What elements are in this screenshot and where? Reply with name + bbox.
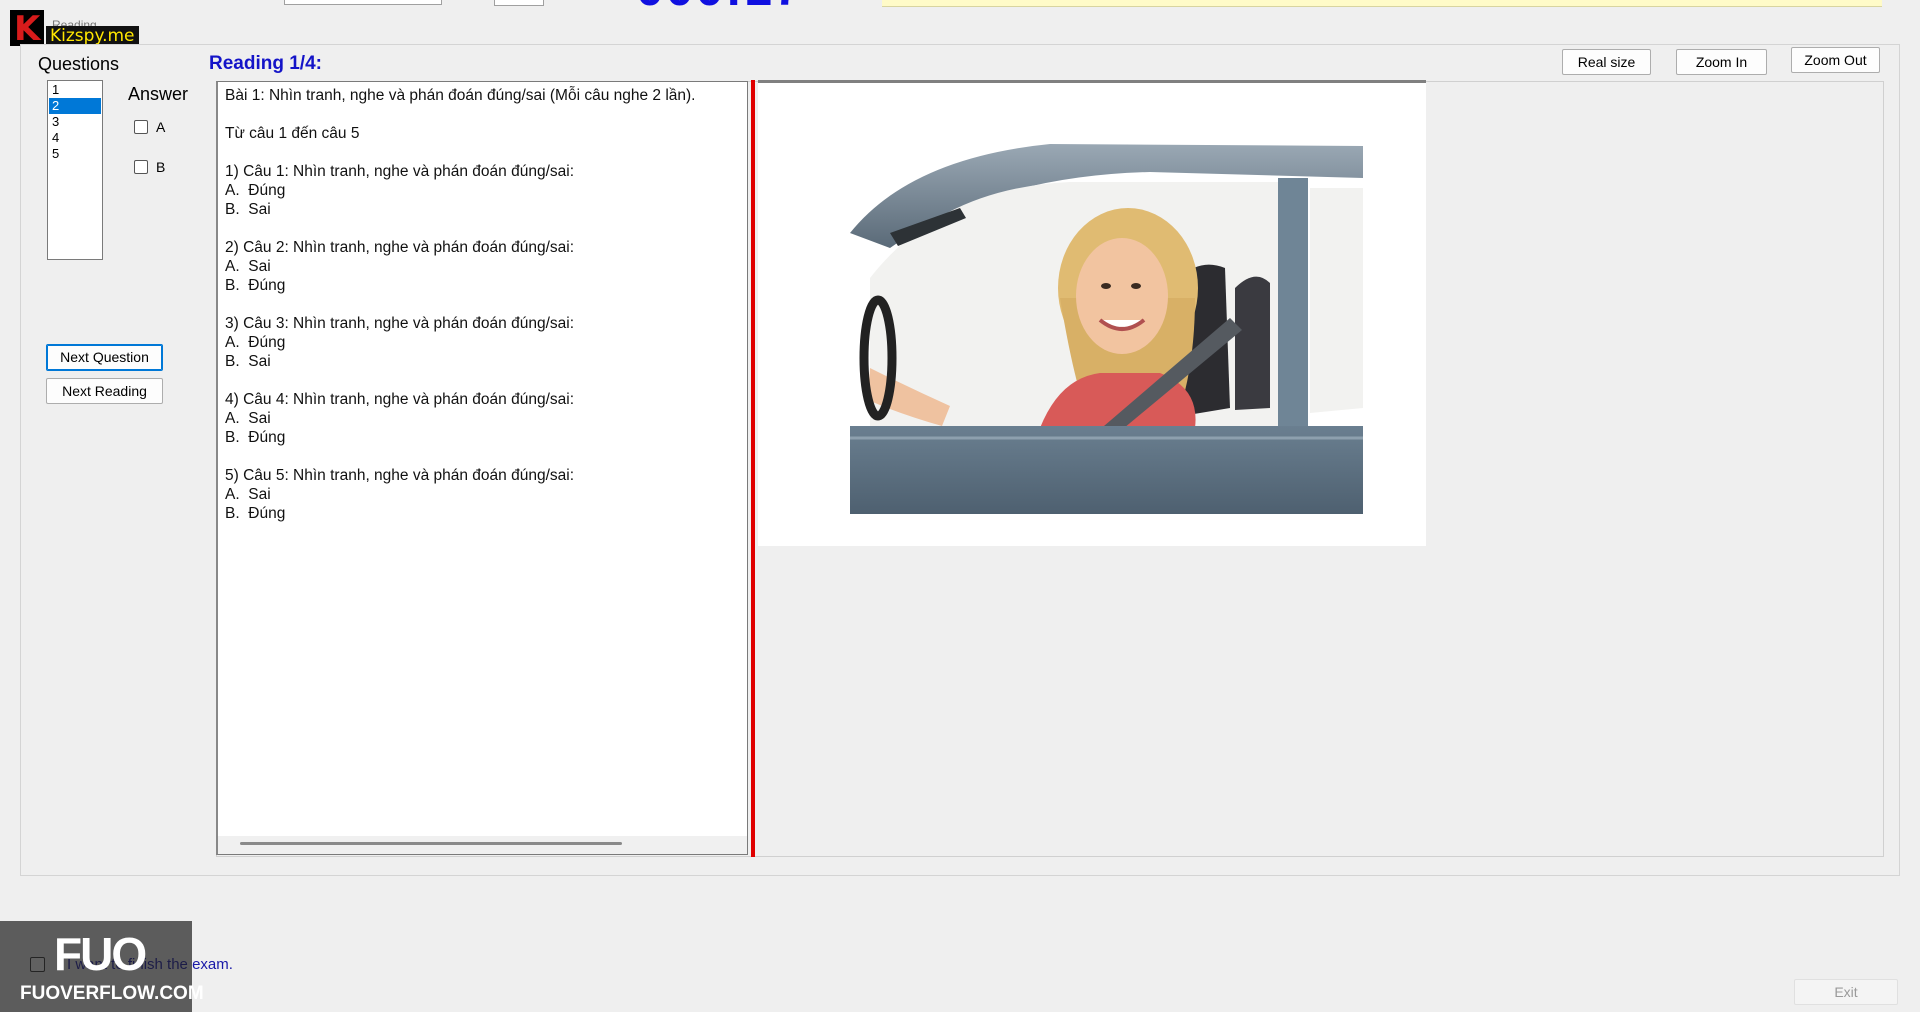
question-list-item[interactable]: 1 bbox=[49, 82, 101, 98]
questions-label: Questions bbox=[38, 54, 120, 74]
next-reading-button[interactable]: Next Reading bbox=[46, 378, 163, 404]
horizontal-scrollbar[interactable] bbox=[218, 836, 747, 854]
answer-a-checkbox[interactable] bbox=[134, 120, 148, 134]
scrollbar-thumb[interactable] bbox=[240, 842, 622, 845]
kizspy-watermark: Kizspy.me bbox=[46, 26, 139, 46]
answer-option-a[interactable]: A bbox=[134, 119, 165, 135]
reading-text-pane[interactable]: Bài 1: Nhìn tranh, nghe và phán đoán đún… bbox=[216, 81, 748, 855]
fuoverflow-text: FUOVERFLOW.COM bbox=[20, 983, 204, 1004]
pane-splitter[interactable] bbox=[751, 80, 755, 857]
top-small-box[interactable] bbox=[494, 0, 544, 6]
question-list-item[interactable]: 4 bbox=[49, 130, 101, 146]
answer-a-label: A bbox=[156, 119, 166, 135]
question-list-item-selected[interactable]: 2 bbox=[49, 98, 101, 114]
zoom-out-button[interactable]: Zoom Out bbox=[1791, 47, 1880, 73]
exit-button[interactable]: Exit bbox=[1794, 979, 1898, 1005]
fuo-logo-icon: FUO bbox=[54, 928, 147, 980]
question-list-item[interactable]: 5 bbox=[49, 146, 101, 162]
fuoverflow-watermark: FUO FUOVERFLOW.COM bbox=[0, 921, 204, 1012]
car-photo bbox=[850, 138, 1363, 514]
top-info-bar bbox=[882, 0, 1882, 7]
question-list-item[interactable]: 3 bbox=[49, 114, 101, 130]
next-question-button[interactable]: Next Question bbox=[46, 344, 163, 371]
reading-text: Bài 1: Nhìn tranh, nghe và phán đoán đún… bbox=[225, 87, 696, 522]
answer-option-b[interactable]: B bbox=[134, 159, 165, 175]
kizspy-logo-icon: K bbox=[10, 9, 44, 49]
answer-b-label: B bbox=[156, 159, 166, 175]
reading-title: Reading 1/4: bbox=[209, 53, 322, 74]
question-list[interactable]: 1 2 3 4 5 bbox=[47, 80, 103, 260]
top-combo-box[interactable] bbox=[284, 0, 442, 5]
answer-label: Answer bbox=[128, 84, 189, 104]
zoom-in-button[interactable]: Zoom In bbox=[1676, 49, 1767, 75]
answer-b-checkbox[interactable] bbox=[134, 160, 148, 174]
exam-timer: 000:17 bbox=[636, 0, 804, 13]
real-size-button[interactable]: Real size bbox=[1562, 49, 1651, 75]
